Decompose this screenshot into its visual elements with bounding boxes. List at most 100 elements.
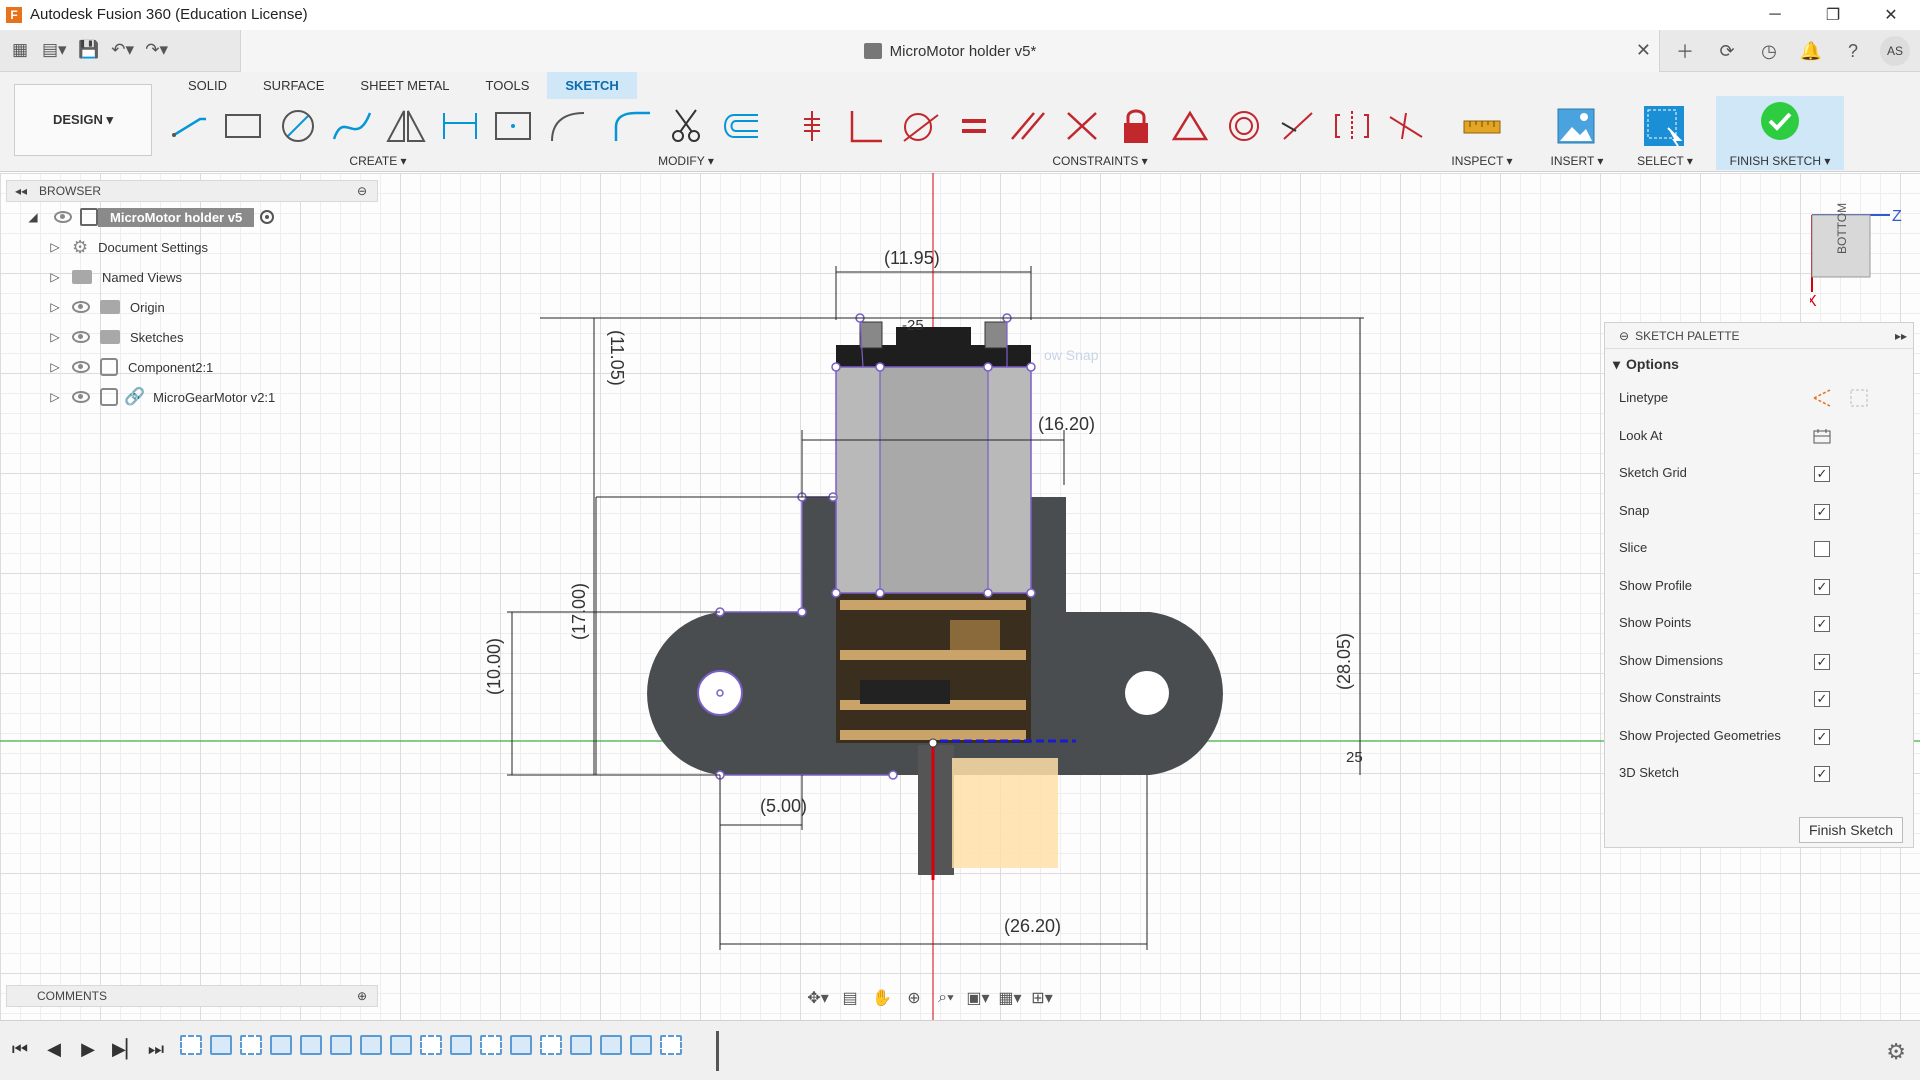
visibility-eye-icon[interactable] [72, 301, 90, 313]
expand-triangle-icon[interactable]: ▷ [48, 390, 62, 404]
construction-linetype-icon[interactable] [1812, 388, 1832, 408]
snap-checkbox[interactable]: ✓ [1814, 503, 1830, 520]
mirror-tool-icon[interactable] [384, 106, 428, 146]
tree-item-named-views[interactable]: ▷ Named Views [6, 262, 378, 292]
help-icon[interactable]: ? [1838, 36, 1868, 66]
timeline-extrude-feature[interactable] [300, 1035, 322, 1055]
visibility-eye-icon[interactable] [54, 211, 72, 223]
file-menu-icon[interactable]: ▤▾ [42, 38, 67, 62]
insert-image-icon[interactable] [1554, 106, 1598, 146]
inspect-group-label[interactable]: INSPECT ▾ [1436, 154, 1528, 168]
timeline-sketch-feature[interactable] [480, 1035, 502, 1055]
finish-sketch-check-icon[interactable] [1759, 100, 1801, 145]
timeline-extrude-feature[interactable] [210, 1035, 232, 1055]
collapse-triangle-icon[interactable]: ▾ [1613, 356, 1620, 373]
perpendicular-constraint-icon[interactable] [844, 106, 888, 146]
go-to-end-icon[interactable]: ⏭ [146, 1039, 166, 1060]
create-group-label[interactable]: CREATE ▾ [168, 154, 588, 168]
slice-checkbox[interactable] [1814, 541, 1830, 557]
undo-icon[interactable]: ↶▾ [111, 38, 135, 62]
select-group-label[interactable]: SELECT ▾ [1624, 154, 1706, 168]
display-settings-icon[interactable]: ▣▾ [966, 987, 990, 1009]
tree-item-component2[interactable]: ▷ Component2:1 [6, 352, 378, 382]
show-points-checkbox[interactable]: ✓ [1814, 616, 1830, 632]
timeline-extrude-feature[interactable] [390, 1035, 412, 1055]
midpoint-triangle-icon[interactable] [1168, 106, 1212, 146]
minimize-button[interactable]: ─ [1746, 0, 1804, 29]
visibility-eye-icon[interactable] [72, 331, 90, 343]
workspace-switcher-button[interactable]: DESIGN ▾ [14, 84, 152, 156]
timeline-combine-feature[interactable] [630, 1035, 652, 1055]
equal-constraint-icon[interactable] [952, 106, 996, 146]
timeline-extrude-feature[interactable] [600, 1035, 622, 1055]
browser-options-icon[interactable]: ⊖ [357, 184, 367, 198]
user-avatar[interactable]: AS [1880, 36, 1910, 66]
concentric-constraint-icon[interactable] [1222, 106, 1266, 146]
collapse-browser-icon[interactable]: ◂◂ [15, 184, 27, 198]
timeline-extrude-feature[interactable] [570, 1035, 592, 1055]
measure-ruler-icon[interactable] [1460, 106, 1504, 146]
tangent-constraint-icon[interactable] [898, 106, 942, 146]
expand-triangle-icon[interactable]: ▷ [48, 360, 62, 374]
active-document-tab[interactable]: MicroMotor holder v5* ✕ [240, 30, 1660, 72]
coincident-constraint-icon[interactable] [790, 106, 834, 146]
finish-sketch-group[interactable]: FINISH SKETCH ▾ [1716, 96, 1844, 170]
activate-radio-icon[interactable] [260, 210, 275, 224]
data-panel-grid-icon[interactable]: ▦ [8, 38, 32, 62]
perpendicular-cross-icon[interactable] [1060, 106, 1104, 146]
show-profile-checkbox[interactable]: ✓ [1814, 578, 1830, 595]
tree-item-document-settings[interactable]: ▷ ⚙ Document Settings [6, 232, 378, 262]
rectangle-tool-icon[interactable] [222, 106, 266, 146]
view-cube[interactable]: BOTTOM Z X [1806, 200, 1920, 310]
timeline-sketch-feature[interactable] [540, 1035, 562, 1055]
go-to-start-icon[interactable]: ⏮ [10, 1039, 30, 1060]
constraints-group-label[interactable]: CONSTRAINTS ▾ [790, 154, 1410, 168]
close-document-icon[interactable]: ✕ [1636, 40, 1651, 61]
maximize-button[interactable]: ❐ [1804, 0, 1862, 29]
close-window-button[interactable]: ✕ [1862, 0, 1920, 29]
timeline-sketch-feature[interactable] [420, 1035, 442, 1055]
timeline-extrude-feature[interactable] [450, 1035, 472, 1055]
finish-sketch-button[interactable]: Finish Sketch [1799, 817, 1903, 843]
sketch-dimension-tool-icon[interactable] [438, 106, 482, 146]
expand-triangle-icon[interactable]: ▷ [48, 240, 62, 254]
visibility-eye-icon[interactable] [72, 391, 90, 403]
save-icon[interactable]: 💾 [77, 38, 101, 62]
spline-tool-icon[interactable] [330, 106, 374, 146]
zoom-window-icon[interactable]: ⌕▾ [934, 987, 958, 1009]
3d-sketch-checkbox[interactable]: ✓ [1814, 766, 1830, 782]
timeline-fillet-feature[interactable] [360, 1035, 382, 1055]
job-status-clock-icon[interactable]: ◷ [1754, 36, 1784, 66]
look-at-icon[interactable]: ▤ [838, 987, 862, 1009]
tree-item-origin[interactable]: ▷ Origin [6, 292, 378, 322]
timeline-settings-gear-icon[interactable]: ⚙ [1886, 1039, 1906, 1065]
finish-sketch-label[interactable]: FINISH SKETCH ▾ [1716, 154, 1844, 168]
notifications-bell-icon[interactable]: 🔔 [1796, 36, 1826, 66]
modify-group-label[interactable]: MODIFY ▾ [606, 154, 766, 168]
timeline-extrude-feature[interactable] [270, 1035, 292, 1055]
viewports-icon[interactable]: ⊞▾ [1030, 987, 1054, 1009]
symmetry-constraint-icon[interactable] [1330, 106, 1374, 146]
parallel-constraint-icon[interactable] [1006, 106, 1050, 146]
options-section-header[interactable]: ▾ Options [1605, 349, 1913, 379]
play-icon[interactable]: ▶ [78, 1039, 98, 1060]
timeline-fillet-feature[interactable] [330, 1035, 352, 1055]
expand-triangle-icon[interactable]: ▷ [48, 330, 62, 344]
zoom-icon[interactable]: ⊕ [902, 987, 926, 1009]
fix-lock-icon[interactable] [1114, 106, 1158, 146]
palette-options-icon[interactable]: ⊖ [1619, 329, 1629, 343]
collapse-triangle-icon[interactable]: ◢ [26, 210, 40, 224]
expand-triangle-icon[interactable]: ▷ [48, 300, 62, 314]
center-rectangle-tool-icon[interactable] [492, 106, 536, 146]
redo-icon[interactable]: ↷▾ [145, 38, 169, 62]
root-component-label[interactable]: MicroMotor holder v5 [98, 207, 255, 227]
select-window-icon[interactable] [1642, 106, 1686, 147]
pan-hand-icon[interactable]: ✋ [870, 987, 894, 1009]
tab-surface[interactable]: SURFACE [245, 72, 342, 99]
tab-tools[interactable]: TOOLS [468, 72, 548, 99]
arc-tool-icon[interactable] [546, 106, 590, 146]
line-tool-icon[interactable] [168, 106, 212, 146]
centerline-linetype-icon[interactable] [1849, 388, 1869, 408]
timeline-sketch-feature[interactable] [240, 1035, 262, 1055]
sketch-grid-checkbox[interactable]: ✓ [1814, 466, 1830, 482]
